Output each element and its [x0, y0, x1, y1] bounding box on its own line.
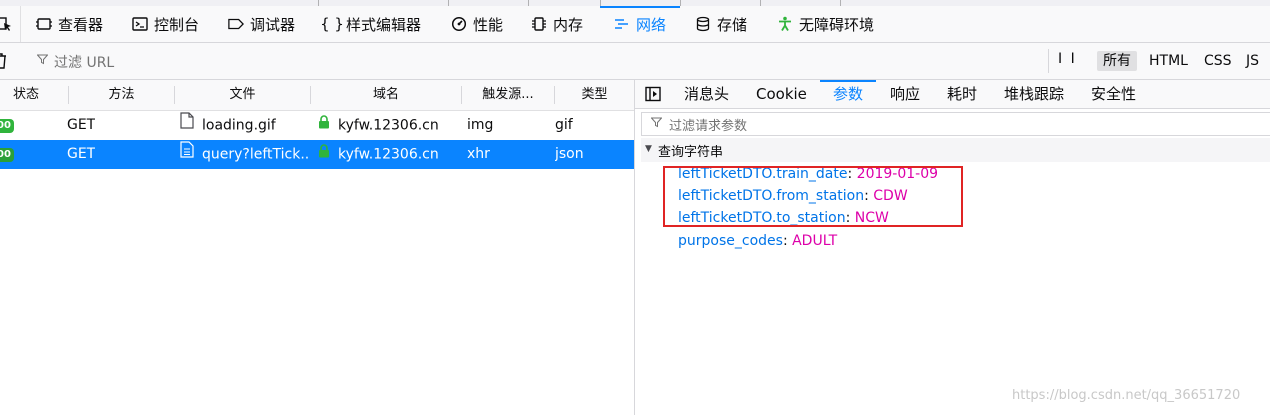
performance-icon: [451, 16, 467, 32]
filter-icon: [650, 117, 663, 131]
filter-type-html[interactable]: HTML: [1143, 51, 1194, 71]
request-list-header: 状态 方法 文件 域名 触发源... 类型: [0, 80, 634, 111]
inspector-icon: [36, 16, 52, 32]
param-row[interactable]: purpose_codes: ADULT: [678, 230, 837, 252]
tab-stack-trace[interactable]: 堆栈跟踪: [1004, 80, 1064, 108]
request-file: loading.gif: [202, 117, 276, 134]
document-icon: [180, 140, 194, 169]
table-row[interactable]: 00 GET loading.gif kyfw.12306.cn img gif: [0, 111, 634, 140]
column-file[interactable]: 文件: [175, 80, 310, 110]
tab-response[interactable]: 响应: [890, 80, 920, 108]
filter-type-css[interactable]: CSS: [1198, 51, 1238, 71]
accessibility-icon: [777, 16, 793, 32]
pick-element-icon[interactable]: [0, 6, 14, 42]
filter-type-all[interactable]: 所有: [1097, 51, 1137, 71]
tab-accessibility[interactable]: 无障碍环境: [777, 6, 874, 42]
column-method[interactable]: 方法: [69, 80, 174, 110]
tab-debugger[interactable]: 调试器: [228, 6, 295, 42]
tab-params[interactable]: 参数: [819, 80, 877, 108]
params-filter-placeholder: 过滤请求参数: [669, 119, 748, 134]
params-filter-input[interactable]: 过滤请求参数: [641, 112, 1270, 136]
table-row[interactable]: 00 GET query?leftTick... kyfw.12306.cn x…: [0, 140, 634, 169]
tab-label: 样式编辑器: [346, 15, 422, 34]
triangle-down-icon: ▼: [645, 144, 652, 154]
file-icon: [180, 111, 194, 140]
url-filter-input[interactable]: 过滤 URL: [54, 52, 114, 72]
tab-label: 控制台: [154, 15, 200, 34]
request-method: GET: [67, 146, 96, 162]
pause-button[interactable]: I I: [1058, 51, 1077, 67]
column-status[interactable]: 状态: [0, 80, 52, 110]
tab-label: 无障碍环境: [799, 15, 875, 34]
request-cause: xhr: [467, 146, 490, 162]
request-type: gif: [555, 117, 573, 133]
network-filter-bar: 过滤 URL I I 所有 HTML CSS JS: [0, 43, 1270, 80]
tab-label: 调试器: [250, 15, 296, 34]
tab-label: 网络: [636, 15, 667, 34]
trash-icon[interactable]: [0, 52, 8, 74]
query-string-group[interactable]: ▼ 查询字符串: [641, 138, 1270, 162]
request-details-panel: 消息头 Cookie 参数 响应 耗时 堆栈跟踪 安全性 过滤请求参数 ▼ 查询…: [635, 80, 1270, 415]
tab-security[interactable]: 安全性: [1091, 80, 1136, 108]
tab-inspector[interactable]: 查看器: [36, 6, 103, 42]
query-string-label: 查询字符串: [658, 145, 724, 160]
tab-console[interactable]: 控制台: [132, 6, 199, 42]
column-domain[interactable]: 域名: [311, 80, 461, 110]
details-tabbar: 消息头 Cookie 参数 响应 耗时 堆栈跟踪 安全性: [635, 80, 1270, 109]
tab-memory[interactable]: 内存: [531, 6, 583, 42]
column-type[interactable]: 类型: [555, 80, 634, 110]
memory-icon: [531, 16, 547, 32]
lock-icon: [318, 140, 330, 169]
tab-label: 存储: [717, 15, 748, 34]
status-badge: 00: [0, 148, 14, 162]
storage-icon: [695, 16, 711, 32]
devtools-toolbar: 查看器 控制台 调试器 { } 样式编辑器 性能 内存 网络 存储 无障碍环境: [0, 6, 1270, 43]
style-editor-icon: { }: [320, 15, 344, 33]
tab-storage[interactable]: 存储: [695, 6, 747, 42]
console-icon: [132, 16, 148, 32]
param-value: ADULT: [792, 233, 838, 249]
tab-label: 查看器: [58, 15, 104, 34]
tab-network[interactable]: 网络: [599, 6, 681, 42]
request-list: 状态 方法 文件 域名 触发源... 类型 00 GET loading.gif…: [0, 80, 634, 415]
status-badge: 00: [0, 119, 14, 133]
request-file: query?leftTick...: [202, 146, 310, 163]
request-domain: kyfw.12306.cn: [338, 146, 439, 163]
watermark: https://blog.csdn.net/qq_36651720: [1012, 388, 1241, 403]
tab-label: 性能: [473, 15, 504, 34]
tab-timings[interactable]: 耗时: [947, 80, 977, 108]
filter-type-js[interactable]: JS: [1240, 51, 1265, 71]
request-type: json: [555, 146, 584, 162]
column-cause[interactable]: 触发源...: [462, 80, 554, 110]
request-method: GET: [67, 117, 96, 133]
request-cause: img: [467, 117, 494, 133]
tab-performance[interactable]: 性能: [451, 6, 503, 42]
network-icon: [614, 16, 630, 32]
toggle-sidebar-icon[interactable]: [645, 86, 661, 106]
filter-icon: [36, 54, 49, 68]
debugger-icon: [228, 16, 244, 32]
tab-cookies[interactable]: Cookie: [756, 80, 807, 108]
tab-label: 内存: [553, 15, 584, 34]
tab-headers[interactable]: 消息头: [684, 80, 729, 108]
tab-style-editor[interactable]: { } 样式编辑器: [320, 6, 422, 42]
request-domain: kyfw.12306.cn: [338, 117, 439, 134]
param-key: purpose_codes: [678, 233, 783, 249]
annotation-highlight-box: [663, 166, 963, 227]
lock-icon: [318, 111, 330, 140]
